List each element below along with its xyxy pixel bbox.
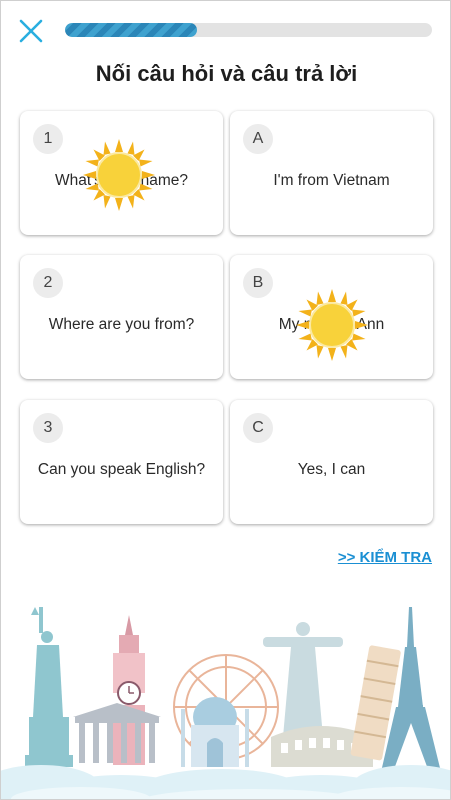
answer-text: Yes, I can [297, 461, 366, 478]
progress-bar [65, 23, 432, 37]
question-badge: 3 [33, 413, 63, 443]
progress-fill [65, 23, 198, 37]
answer-text: I'm from Vietnam [273, 172, 390, 189]
question-text: Where are you from? [48, 316, 195, 333]
question-card-3[interactable]: 3 Can you speak English? [20, 400, 223, 524]
question-card-2[interactable]: 2 Where are you from? [20, 255, 223, 379]
answer-card-b[interactable]: B My name's Ann [230, 255, 433, 379]
app-screen: Nối câu hỏi và câu trả lời 1 What's your… [0, 0, 451, 800]
answer-badge: B [243, 268, 273, 298]
page-title: Nối câu hỏi và câu trả lời [95, 61, 358, 86]
close-icon [19, 19, 43, 43]
question-text: Can you speak English? [37, 461, 206, 478]
question-card-1[interactable]: 1 What's your name? [20, 111, 223, 235]
close-button[interactable] [17, 17, 45, 45]
answer-text: My name's Ann [278, 316, 385, 333]
answer-badge: A [243, 124, 273, 154]
answer-badge: C [243, 413, 273, 443]
question-badge: 1 [33, 124, 63, 154]
answer-card-a[interactable]: A I'm from Vietnam [230, 111, 433, 235]
world-landmarks-illustration [1, 597, 450, 799]
question-badge: 2 [33, 268, 63, 298]
question-text: What's your name? [54, 172, 189, 189]
answer-card-c[interactable]: C Yes, I can [230, 400, 433, 524]
check-answers-link[interactable]: >> KIỂM TRA [338, 549, 432, 566]
